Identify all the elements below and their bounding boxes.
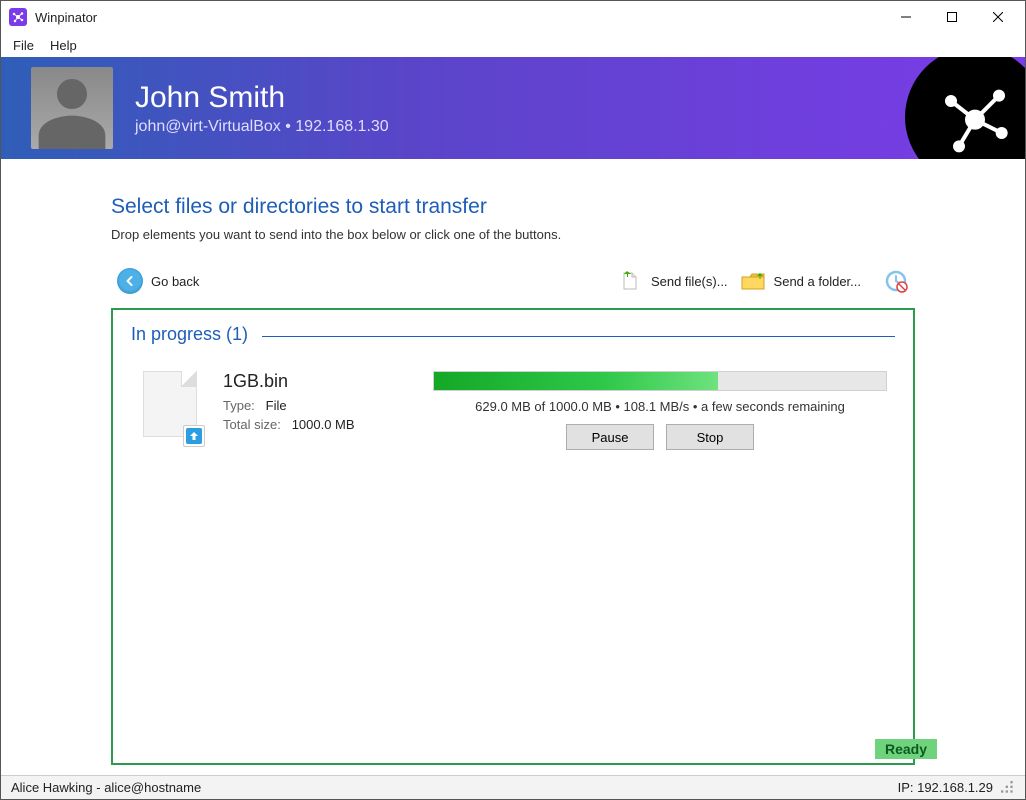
user-name: John Smith (135, 81, 389, 114)
app-icon (9, 8, 27, 26)
status-bar: Alice Hawking - alice@hostname IP: 192.1… (1, 775, 1025, 799)
menu-file[interactable]: File (5, 36, 42, 55)
progress-text: 629.0 MB of 1000.0 MB • 108.1 MB/s • a f… (433, 399, 887, 414)
in-progress-title: In progress (1) (131, 324, 248, 345)
page-title: Select files or directories to start tra… (111, 195, 915, 219)
user-subtitle: john@virt-VirtualBox • 192.168.1.30 (135, 118, 389, 136)
header-text: John Smith john@virt-VirtualBox • 192.16… (135, 81, 389, 136)
statusbar-identity: Alice Hawking - alice@hostname (11, 780, 898, 795)
upload-arrow-icon (186, 428, 202, 444)
file-type-value: File (266, 398, 287, 413)
menu-bar: File Help (1, 33, 1025, 57)
go-back-label: Go back (151, 274, 199, 289)
progress-buttons: Pause Stop (433, 424, 887, 450)
content-wrapper: Select files or directories to start tra… (1, 159, 1025, 775)
send-folder-label: Send a folder... (774, 274, 861, 289)
stop-button[interactable]: Stop (666, 424, 754, 450)
minimize-button[interactable] (883, 1, 929, 33)
close-button[interactable] (975, 1, 1021, 33)
section-divider (262, 336, 895, 337)
file-thumb-icon (143, 371, 203, 445)
progress-column: 629.0 MB of 1000.0 MB • 108.1 MB/s • a f… (433, 371, 895, 450)
file-size-label: Total size: (223, 417, 281, 432)
send-files-label: Send file(s)... (651, 274, 728, 289)
maximize-button[interactable] (929, 1, 975, 33)
window-title: Winpinator (35, 10, 883, 25)
window-controls (883, 1, 1021, 33)
pause-button[interactable]: Pause (566, 424, 654, 450)
file-size-value: 1000.0 MB (292, 417, 355, 432)
content-area: Select files or directories to start tra… (1, 159, 1025, 775)
history-button[interactable] (877, 264, 915, 298)
drop-zone[interactable]: In progress (1) 1GB.bin Type: File (111, 308, 915, 765)
file-meta: 1GB.bin Type: File Total size: 1000.0 MB (223, 371, 413, 436)
section-header: In progress (1) (131, 324, 895, 345)
user-header: John Smith john@virt-VirtualBox • 192.16… (1, 57, 1025, 159)
resize-grip-icon[interactable] (1001, 781, 1015, 795)
title-bar: Winpinator (1, 1, 1025, 33)
app-window: Winpinator File Help John Smith john@vir… (0, 0, 1026, 800)
progress-bar (433, 371, 887, 391)
back-arrow-icon (117, 268, 143, 294)
send-folder-button[interactable]: Send a folder... (734, 264, 867, 298)
app-logo-icon (905, 57, 1025, 159)
send-files-button[interactable]: Send file(s)... (611, 264, 734, 298)
folder-upload-icon (740, 268, 766, 294)
page-description: Drop elements you want to send into the … (111, 227, 915, 242)
go-back-button[interactable]: Go back (111, 264, 205, 298)
status-badge: Ready (875, 739, 937, 759)
toolbar: Go back Send file(s)... Send a folder... (111, 264, 915, 298)
statusbar-ip: IP: 192.168.1.29 (898, 780, 993, 795)
file-upload-icon (617, 268, 643, 294)
file-name: 1GB.bin (223, 371, 413, 392)
avatar-icon (31, 67, 113, 149)
menu-help[interactable]: Help (42, 36, 85, 55)
file-type-label: Type: (223, 398, 255, 413)
transfer-row: 1GB.bin Type: File Total size: 1000.0 MB (131, 371, 895, 450)
history-icon (883, 268, 909, 294)
progress-fill (434, 372, 718, 390)
